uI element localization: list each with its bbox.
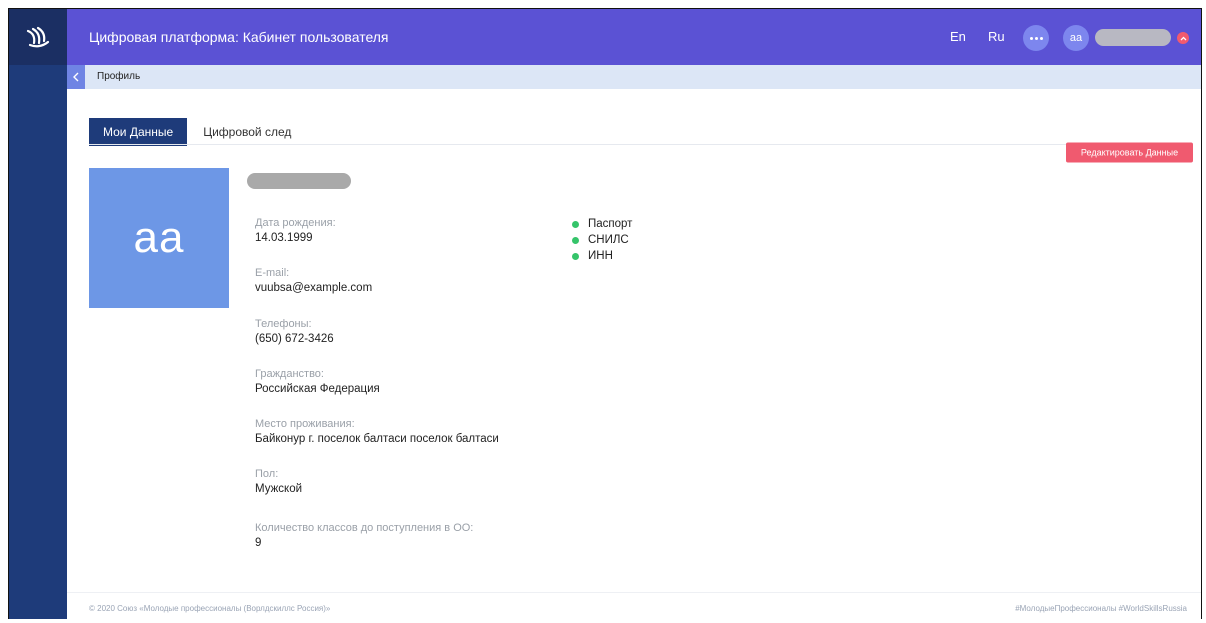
- field-value: 14.03.1999: [255, 232, 313, 244]
- field-citizenship: Гражданство: Российская Федерация: [255, 367, 380, 397]
- dot-icon: [1029, 36, 1033, 40]
- field-label: Телефоны:: [255, 318, 312, 330]
- footer-hashtags: #МолодыеПрофессионалы #WorldSkillsRussia: [1015, 604, 1187, 613]
- field-value: (650) 672-3426: [255, 333, 334, 345]
- field-value: Мужской: [255, 483, 303, 495]
- field-value: Байконур г. поселок балтаси поселок балт…: [255, 433, 499, 445]
- footer-divider: [67, 592, 1201, 593]
- user-avatar: aa: [1063, 25, 1089, 51]
- field-label: Пол:: [255, 468, 279, 480]
- field-label: Количество классов до поступления в ОО:: [255, 522, 474, 534]
- tab-digital-footprint[interactable]: Цифровой след: [189, 118, 305, 146]
- sidebar: [9, 9, 67, 619]
- dot-icon: [1034, 36, 1038, 40]
- status-dot-icon: [572, 252, 579, 260]
- document-label: СНИЛС: [588, 234, 629, 246]
- document-item: Паспорт: [572, 216, 632, 232]
- status-dot-icon: [572, 236, 579, 244]
- dot-icon: [1039, 36, 1043, 40]
- chevron-left-icon: [73, 72, 79, 82]
- field-label: Гражданство:: [255, 368, 324, 380]
- document-item: ИНН: [572, 248, 632, 264]
- full-name-redacted: [247, 173, 351, 189]
- tabs: Мои Данные Цифровой след: [89, 118, 305, 146]
- field-email: E-mail: vuubsa@example.com: [255, 266, 372, 296]
- field-class-count: Количество классов до поступления в ОО: …: [255, 521, 473, 551]
- chevron-up-icon[interactable]: [1177, 32, 1189, 44]
- language-en-button[interactable]: En: [950, 29, 966, 44]
- user-name-redacted: [1095, 29, 1171, 46]
- worldskills-logo-icon: [26, 26, 50, 48]
- more-menu-button[interactable]: [1023, 25, 1049, 51]
- top-bar: Цифровая платформа: Кабинет пользователя…: [67, 9, 1201, 65]
- field-gender: Пол: Мужской: [255, 467, 302, 497]
- field-value: Российская Федерация: [255, 383, 380, 395]
- document-label: ИНН: [588, 250, 613, 262]
- field-value: 9: [255, 537, 262, 549]
- document-item: СНИЛС: [572, 232, 632, 248]
- field-label: E-mail:: [255, 267, 290, 279]
- field-label: Дата рождения:: [255, 217, 336, 229]
- status-dot-icon: [572, 220, 579, 228]
- edit-data-button[interactable]: Редактировать Данные: [1066, 142, 1193, 163]
- field-value: vuubsa@example.com: [255, 282, 373, 294]
- tabs-divider: [89, 144, 1193, 145]
- breadcrumb-current: Профиль: [97, 71, 141, 82]
- back-button[interactable]: [67, 65, 85, 89]
- user-menu[interactable]: aa: [1063, 25, 1189, 51]
- logo[interactable]: [9, 9, 67, 65]
- app-window: Цифровая платформа: Кабинет пользователя…: [8, 8, 1202, 619]
- document-label: Паспорт: [588, 218, 633, 230]
- field-birthdate: Дата рождения: 14.03.1999: [255, 216, 336, 246]
- field-residence: Место проживания: Байконур г. поселок ба…: [255, 417, 499, 447]
- breadcrumb: Профиль: [67, 65, 1201, 89]
- profile-avatar: aa: [89, 168, 229, 308]
- language-ru-button[interactable]: Ru: [988, 29, 1005, 44]
- field-label: Место проживания:: [255, 418, 355, 430]
- documents-list: Паспорт СНИЛС ИНН: [572, 216, 632, 264]
- tab-my-data[interactable]: Мои Данные: [89, 118, 188, 146]
- footer-copyright: © 2020 Союз «Молодые профессионалы (Ворл…: [89, 604, 331, 613]
- app-title: Цифровая платформа: Кабинет пользователя: [89, 29, 389, 45]
- field-phones: Телефоны: (650) 672-3426: [255, 317, 334, 347]
